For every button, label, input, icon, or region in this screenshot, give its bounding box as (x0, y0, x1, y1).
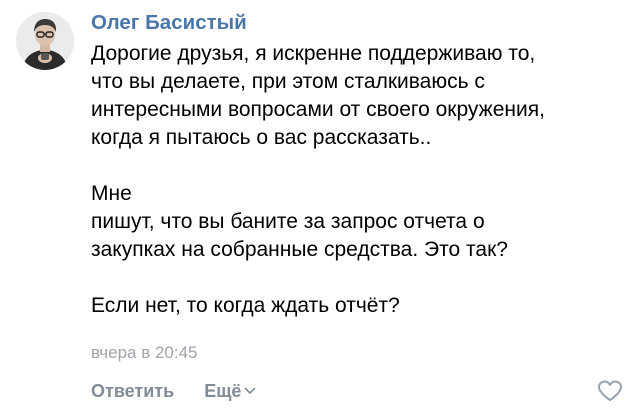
more-button-label: Ещё (204, 380, 242, 401)
avatar[interactable] (16, 12, 74, 70)
comment-text-line: Мне (91, 182, 132, 205)
comment-text-line: пишут, что вы баните за запрос отчета о (91, 210, 485, 233)
comment-text-line: интересными вопросами от своего окружени… (91, 98, 545, 121)
comment-text-line: закупках на собранные средства. Это так? (91, 238, 508, 261)
comment-text-blank-line (91, 264, 621, 292)
comment-text-line: когда я пытаюсь о вас рассказать.. (91, 126, 432, 149)
heart-outline-icon (598, 380, 622, 401)
comment: Олег Басистый Дорогие друзья, я искренне… (0, 0, 634, 411)
chevron-down-icon (245, 387, 256, 394)
comment-text-blank-line (91, 152, 621, 180)
comment-timestamp[interactable]: вчера в 20:45 (91, 343, 198, 363)
user-photo-avatar (16, 12, 74, 70)
more-button[interactable]: Ещё (204, 381, 256, 402)
comment-text: Дорогие друзья, я искренне поддерживаю т… (91, 40, 621, 320)
comment-text-line: Дорогие друзья, я искренне поддерживаю т… (91, 42, 536, 65)
author-name[interactable]: Олег Басистый (91, 11, 247, 35)
comment-actions: Ответить Ещё (91, 379, 256, 403)
reply-button[interactable]: Ответить (91, 381, 174, 402)
comment-text-line: что вы делаете, при этом сталкиваюсь с (91, 70, 485, 93)
comment-text-line: Если нет, то когда ждать отчёт? (91, 294, 400, 317)
like-button[interactable] (597, 380, 623, 402)
